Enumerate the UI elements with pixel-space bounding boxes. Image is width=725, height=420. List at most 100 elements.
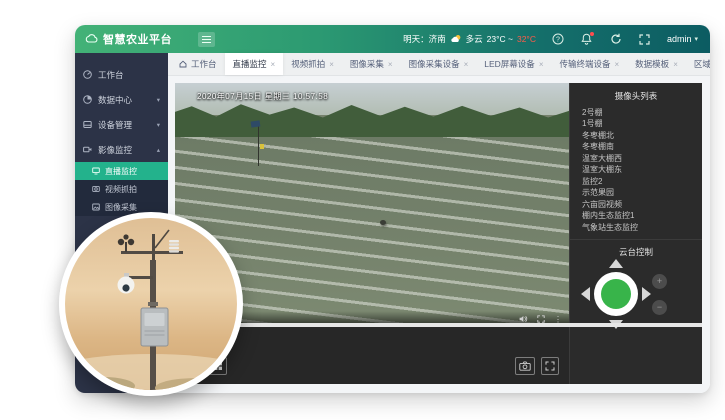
sidebar-item-device-mgmt[interactable]: 设备管理 ▾ xyxy=(75,112,168,137)
tab-led-screen-device[interactable]: LED屏幕设备 × xyxy=(476,53,551,75)
close-tab-icon[interactable]: × xyxy=(388,60,393,69)
tab-data-template[interactable]: 数据模板 × xyxy=(627,53,686,75)
video-timestamp: 2020年07月15日 星期三 10:57:58 xyxy=(197,91,328,102)
sidebar-submenu: 直播监控 视频抓拍 图像采集 xyxy=(75,162,168,216)
sidebar-item-label: 数据中心 xyxy=(98,94,132,106)
sensor-pole xyxy=(258,124,260,165)
camera-list-item[interactable]: 冬枣棚北 xyxy=(570,130,702,142)
tab-label: 数据模板 xyxy=(635,58,669,70)
weather-station-photo xyxy=(59,212,243,396)
cloud-logo-icon xyxy=(85,30,98,48)
caret-down-icon: ▾ xyxy=(157,121,160,129)
tab-workbench[interactable]: 工作台 xyxy=(171,53,225,75)
tab-label: LED屏幕设备 xyxy=(484,58,535,70)
camera-list-item[interactable]: 温室大棚东 xyxy=(570,165,702,177)
sidebar-item-workbench[interactable]: 工作台 xyxy=(75,62,168,87)
camera-list-item[interactable]: 温室大棚西 xyxy=(570,153,702,165)
notification-bell-icon[interactable] xyxy=(580,32,594,46)
sidebar-subitem-label: 视频抓拍 xyxy=(105,184,137,195)
sidebar-subitem-label: 图像采集 xyxy=(105,202,137,213)
close-tab-icon[interactable]: × xyxy=(615,60,620,69)
user-menu[interactable]: admin ▾ xyxy=(667,34,698,44)
temp-high: 32°C xyxy=(517,34,536,44)
app-header: 智慧农业平台 明天：济南 多云 23°C ~ 32°C ? xyxy=(75,25,710,53)
caret-down-icon: ▾ xyxy=(694,35,698,43)
ptz-left-arrow[interactable] xyxy=(581,287,590,301)
tab-video-snapshot[interactable]: 视频抓拍 × xyxy=(283,53,342,75)
app-title: 智慧农业平台 xyxy=(103,31,172,47)
weather-station-illustration xyxy=(65,218,237,390)
sidebar-subitem-live-monitor[interactable]: 直播监控 xyxy=(75,162,168,180)
sidebar-item-label: 影像监控 xyxy=(98,144,132,156)
image-icon xyxy=(92,203,100,211)
fullscreen-video-button[interactable] xyxy=(541,357,559,375)
tab-region-mgmt[interactable]: 区域管理 × xyxy=(686,53,710,75)
collapse-menu-button[interactable] xyxy=(198,32,215,47)
help-icon[interactable]: ? xyxy=(551,32,565,46)
temp-low: 23°C ~ xyxy=(487,34,513,44)
camera-icon xyxy=(519,361,531,371)
yellow-marker xyxy=(260,144,264,149)
refresh-icon[interactable] xyxy=(609,32,623,46)
close-tab-icon[interactable]: × xyxy=(464,60,469,69)
fullscreen-icon[interactable] xyxy=(638,32,652,46)
video-camera-icon xyxy=(83,145,92,154)
device-icon xyxy=(83,120,92,129)
page-content: 2020年07月15日 星期三 10:57:58 0:00 / 0:00 xyxy=(168,76,710,393)
sidebar-item-data-center[interactable]: 数据中心 ▾ xyxy=(75,87,168,112)
tab-image-capture[interactable]: 图像采集 × xyxy=(342,53,401,75)
fullscreen-icon xyxy=(545,361,555,371)
monitor-icon xyxy=(92,167,100,175)
header-right: 明天：济南 多云 23°C ~ 32°C ? xyxy=(403,32,698,46)
weather-info: 明天：济南 多云 23°C ~ 32°C xyxy=(403,33,536,45)
camera-list-item[interactable]: 监控2 xyxy=(570,176,702,188)
ptz-right-arrow[interactable] xyxy=(642,287,651,301)
expand-icon[interactable] xyxy=(537,315,545,323)
caret-down-icon: ▾ xyxy=(157,96,160,104)
tab-bar: 工作台 直播监控 × 视频抓拍 × 图像采集 × 图像采 xyxy=(168,53,710,76)
close-tab-icon[interactable]: × xyxy=(271,60,276,69)
solar-panel xyxy=(250,120,260,127)
ptz-up-arrow[interactable] xyxy=(609,259,623,268)
zoom-out-button[interactable]: − xyxy=(652,300,667,315)
camera-list-item[interactable]: 1号棚 xyxy=(570,119,702,131)
tab-transmission-device[interactable]: 传输终端设备 × xyxy=(551,53,627,75)
camera-list-item[interactable]: 棚内生态监控1 xyxy=(570,211,702,223)
snapshot-button[interactable] xyxy=(515,357,535,375)
ptz-title: 云台控制 xyxy=(570,246,702,258)
home-icon xyxy=(179,60,187,68)
weather-condition: 多云 xyxy=(466,33,483,45)
tab-label: 直播监控 xyxy=(233,58,267,70)
sidebar-subitem-label: 直播监控 xyxy=(105,166,137,177)
tab-image-capture-device[interactable]: 图像采集设备 × xyxy=(401,53,477,75)
camera-list-item[interactable]: 气象站生态监控 xyxy=(570,222,702,234)
logo: 智慧农业平台 xyxy=(85,30,172,48)
tab-label: 传输终端设备 xyxy=(559,58,610,70)
tab-label: 视频抓拍 xyxy=(291,58,325,70)
sidebar-subitem-video-snapshot[interactable]: 视频抓拍 xyxy=(75,180,168,198)
tab-label: 图像采集设备 xyxy=(409,58,460,70)
tab-label: 图像采集 xyxy=(350,58,384,70)
camera-list-item[interactable]: 2号棚 xyxy=(570,107,702,119)
page: 智慧农业平台 明天：济南 多云 23°C ~ 32°C ? xyxy=(0,0,725,420)
camera-list-item[interactable]: 六亩园视频 xyxy=(570,199,702,211)
sidebar-item-label: 工作台 xyxy=(98,69,124,81)
volume-icon[interactable] xyxy=(519,315,528,323)
close-tab-icon[interactable]: × xyxy=(673,60,678,69)
username: admin xyxy=(667,34,692,44)
ptz-center-button[interactable] xyxy=(601,279,631,309)
weather-city: 明天：济南 xyxy=(403,33,446,45)
tab-label: 工作台 xyxy=(191,58,217,70)
close-tab-icon[interactable]: × xyxy=(539,60,544,69)
ptz-dpad xyxy=(594,272,638,316)
tab-live-monitor[interactable]: 直播监控 × xyxy=(225,53,284,75)
close-tab-icon[interactable]: × xyxy=(329,60,334,69)
video-seek-bar[interactable] xyxy=(175,323,702,327)
zoom-in-button[interactable]: + xyxy=(652,274,667,289)
caret-up-icon: ▴ xyxy=(157,146,160,154)
camera-list-item[interactable]: 示范果园 xyxy=(570,188,702,200)
camera-panel: 摄像头列表 2号棚 1号棚 冬枣棚北 冬枣棚南 温室大棚西 温室大棚东 监控2 … xyxy=(569,83,702,384)
camera-list-item[interactable]: 冬枣棚南 xyxy=(570,142,702,154)
sidebar-item-video-monitor[interactable]: 影像监控 ▴ xyxy=(75,137,168,162)
notification-badge xyxy=(590,32,594,36)
